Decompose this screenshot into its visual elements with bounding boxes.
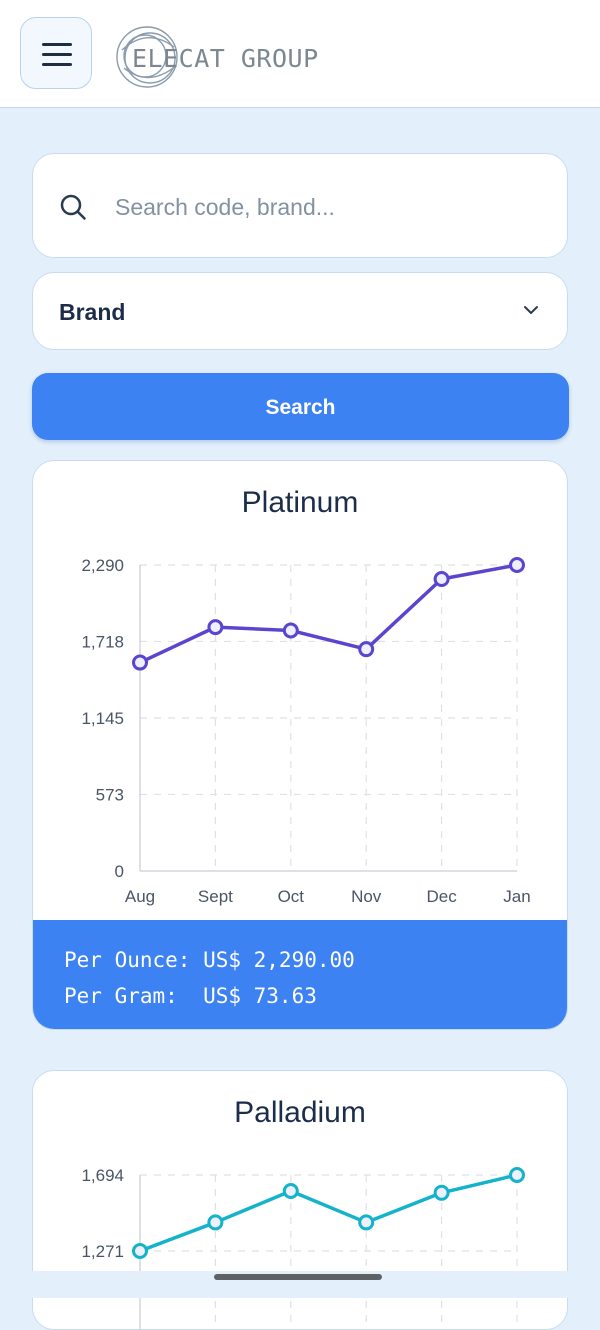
search-input[interactable] bbox=[113, 184, 537, 230]
data-point bbox=[207, 1214, 224, 1231]
data-point bbox=[132, 1243, 148, 1259]
per-gram-price: Per Gram: US$ 73.63 bbox=[64, 984, 317, 1008]
y-tick-label: 1,694 bbox=[81, 1166, 124, 1185]
chevron-down-icon bbox=[524, 306, 538, 314]
series-line bbox=[138, 563, 519, 665]
hamburger-menu-icon-line bbox=[42, 63, 72, 66]
data-point bbox=[282, 622, 299, 639]
data-point bbox=[358, 1214, 375, 1231]
y-tick-label: 2,290 bbox=[81, 556, 124, 575]
data-point bbox=[509, 557, 525, 573]
data-point bbox=[433, 1184, 450, 1201]
data-point bbox=[132, 654, 148, 671]
x-tick-label: Jan bbox=[503, 887, 530, 906]
x-tick-label: Nov bbox=[351, 887, 382, 906]
hamburger-menu-icon-line bbox=[42, 53, 72, 56]
home-indicator bbox=[214, 1274, 382, 1280]
data-point bbox=[358, 641, 375, 658]
search-icon bbox=[60, 194, 86, 220]
top-app-bar: ELECAT GROUP bbox=[0, 0, 600, 108]
y-tick-label: 1,271 bbox=[81, 1242, 124, 1261]
data-point bbox=[509, 1167, 525, 1183]
x-tick-label: Oct bbox=[278, 887, 305, 906]
y-tick-label: 573 bbox=[96, 785, 124, 804]
y-tick-label: 1,718 bbox=[81, 632, 124, 651]
platinum-card: Platinum 0 573 1,145 1,718 2,290 Aug Sept Oct No… bbox=[32, 460, 568, 1030]
search-button[interactable]: Search bbox=[32, 373, 569, 440]
x-tick-label: Sept bbox=[198, 887, 233, 906]
brand-dropdown[interactable]: Brand bbox=[32, 272, 568, 350]
data-point bbox=[282, 1182, 299, 1199]
search-box bbox=[32, 153, 568, 258]
menu-button[interactable] bbox=[20, 17, 92, 89]
x-tick-label: Dec bbox=[426, 887, 457, 906]
platinum-price-panel: Per Ounce: US$ 2,290.00 Per Gram: US$ 73… bbox=[33, 920, 567, 1029]
x-tick-label: Aug bbox=[125, 887, 155, 906]
platinum-chart: 0 573 1,145 1,718 2,290 Aug Sept Oct Nov Dec Jan bbox=[81, 556, 530, 906]
data-point bbox=[207, 619, 224, 636]
brand-dropdown-label: Brand bbox=[59, 299, 126, 325]
series-line bbox=[138, 1173, 519, 1253]
data-point bbox=[433, 571, 450, 588]
hamburger-menu-icon bbox=[42, 43, 72, 46]
y-tick-label: 0 bbox=[115, 862, 124, 881]
y-tick-label: 1,145 bbox=[81, 709, 124, 728]
per-ounce-price: Per Ounce: US$ 2,290.00 bbox=[64, 948, 355, 972]
logo-text: ELECAT GROUP bbox=[132, 44, 319, 73]
